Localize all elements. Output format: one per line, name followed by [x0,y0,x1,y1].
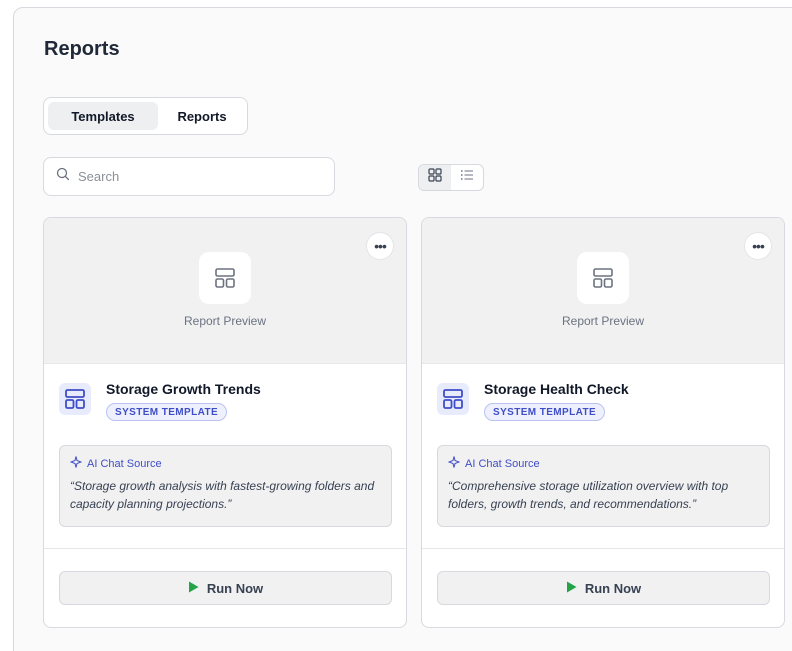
ai-chat-source-box: AI Chat Source “Comprehensive storage ut… [437,445,770,527]
layout-icon [577,252,629,304]
search-icon [56,167,70,186]
more-horizontal-icon: ••• [752,238,765,254]
run-now-label: Run Now [584,580,642,596]
report-preview: ••• Report Preview [44,218,406,364]
search-input[interactable] [78,169,318,184]
source-header: AI Chat Source [69,456,381,471]
source-label: AI Chat Source [465,457,540,470]
card-title: Storage Growth Trends [106,381,261,397]
page-title: Reports [44,38,120,60]
sparkle-icon [447,456,461,471]
system-template-badge: SYSTEM TEMPLATE [484,403,606,421]
divider [44,548,406,549]
list-view-icon [460,168,474,187]
more-horizontal-icon: ••• [374,238,387,254]
list-view-button[interactable] [451,165,483,190]
source-label: AI Chat Source [87,457,162,470]
run-now-button[interactable]: Run Now [59,571,392,605]
sparkle-icon [69,456,83,471]
more-options-button[interactable]: ••• [366,232,394,260]
card-title: Storage Health Check [484,381,629,397]
ai-chat-source-box: AI Chat Source “Storage growth analysis … [59,445,392,527]
source-header: AI Chat Source [447,456,759,471]
grid-view-button[interactable] [419,165,451,190]
preview-label: Report Preview [561,314,645,328]
template-icon [59,383,91,415]
tab-templates[interactable]: Templates [48,102,158,130]
template-icon [437,383,469,415]
source-quote: “Storage growth analysis with fastest-gr… [70,479,375,511]
report-template-card[interactable]: ••• Report Preview Storage Health Check … [421,217,785,628]
view-toggle [418,164,484,191]
play-icon [566,581,577,596]
preview-label: Report Preview [183,314,267,328]
more-options-button[interactable]: ••• [744,232,772,260]
run-now-label: Run Now [206,580,264,596]
run-now-button[interactable]: Run Now [437,571,770,605]
system-template-badge: SYSTEM TEMPLATE [106,403,228,421]
tab-reports[interactable]: Reports [162,102,242,130]
layout-icon [199,252,251,304]
grid-view-icon [428,168,442,187]
search-box[interactable] [43,157,335,196]
report-template-card[interactable]: ••• Report Preview Storage Growth Trends… [43,217,407,628]
divider [422,548,784,549]
play-icon [188,581,199,596]
report-preview: ••• Report Preview [422,218,784,364]
tab-bar: Templates Reports [43,97,248,135]
source-quote: “Comprehensive storage utilization overv… [448,479,729,511]
